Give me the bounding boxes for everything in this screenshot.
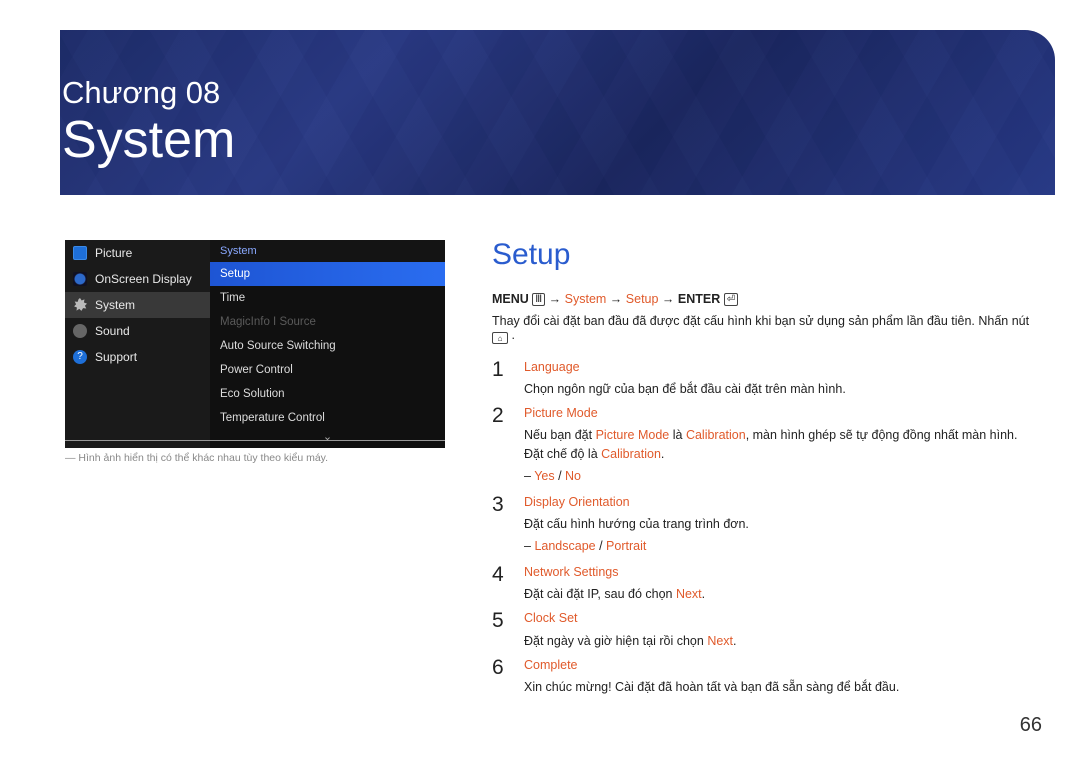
step: 4 Network Settings Đặt cài đặt IP, sau đó … bbox=[492, 563, 1030, 603]
step: 3 Display Orientation Đặt cấu hình hướng c… bbox=[492, 493, 1030, 557]
menu-right-header: System bbox=[210, 240, 445, 262]
path-menu-label: MENU bbox=[492, 292, 532, 306]
step-body: Network Settings Đặt cài đặt IP, sau đó c… bbox=[524, 563, 1030, 603]
menu-right-item: Temperature Control bbox=[210, 406, 445, 430]
path-setup: Setup bbox=[626, 292, 659, 306]
path-arrow-1: → bbox=[545, 292, 564, 306]
menu-left-label: Support bbox=[95, 350, 137, 364]
home-button-icon: ⌂ bbox=[492, 332, 508, 344]
step-desc: Chọn ngôn ngữ của bạn để bắt đầu cài đặt… bbox=[524, 380, 1030, 398]
menu-left-item: Picture bbox=[65, 240, 210, 266]
footnote-divider bbox=[65, 440, 445, 441]
footnote-text: ― Hình ảnh hiển thị có thể khác nhau tùy… bbox=[65, 452, 328, 464]
step-title: Display Orientation bbox=[524, 495, 630, 509]
menu-right-pane: System SetupTimeMagicInfo I SourceAuto S… bbox=[210, 240, 445, 448]
section-title: Setup bbox=[492, 238, 1030, 272]
path-enter-label: ENTER bbox=[678, 292, 724, 306]
menu-path: MENU Ⅲ → System → Setup → ENTER ⏎ bbox=[492, 292, 1030, 306]
step-number: 1 bbox=[492, 358, 506, 398]
description-line: Thay đổi cài đặt ban đầu đã được đặt cấu… bbox=[492, 314, 1030, 344]
support-icon: ? bbox=[73, 350, 87, 364]
main-content: Setup MENU Ⅲ → System → Setup → ENTER ⏎ … bbox=[492, 238, 1030, 702]
desc-before: Thay đổi cài đặt ban đầu đã được đặt cấu… bbox=[492, 314, 1029, 328]
step-sub: Landscape / Portrait bbox=[524, 537, 1030, 555]
step-title: Network Settings bbox=[524, 565, 618, 579]
path-arrow-3: → bbox=[658, 292, 677, 306]
step: 2 Picture Mode Nếu bạn đặt Picture Mode là… bbox=[492, 404, 1030, 487]
menu-right-item: MagicInfo I Source bbox=[210, 310, 445, 334]
step-number: 4 bbox=[492, 563, 506, 603]
step-body: Display Orientation Đặt cấu hình hướng củ… bbox=[524, 493, 1030, 557]
menu-left-item: OnScreen Display bbox=[65, 266, 210, 292]
sound-icon bbox=[73, 324, 87, 338]
menu-left-label: Sound bbox=[95, 324, 130, 338]
step-title: Picture Mode bbox=[524, 406, 598, 420]
desc-after: . bbox=[508, 328, 515, 342]
menu-right-item: Power Control bbox=[210, 358, 445, 382]
step-body: Complete Xin chúc mừng! Cài đặt đã hoàn t… bbox=[524, 656, 1030, 696]
step-desc: Đặt cài đặt IP, sau đó chọn Next. bbox=[524, 585, 1030, 603]
menu-screenshot: Picture OnScreen Display System Sound? Suppo… bbox=[65, 240, 445, 448]
step: 1 Language Chọn ngôn ngữ của bạn để bắt đầ… bbox=[492, 358, 1030, 398]
page-number: 66 bbox=[1020, 714, 1042, 737]
menu-left-label: System bbox=[95, 298, 135, 312]
chevron-down-icon: ⌄ bbox=[210, 430, 445, 448]
step-title: Clock Set bbox=[524, 611, 578, 625]
step-body: Picture Mode Nếu bạn đặt Picture Mode là … bbox=[524, 404, 1030, 487]
menu-left-label: Picture bbox=[95, 246, 132, 260]
step-number: 2 bbox=[492, 404, 506, 487]
path-arrow-2: → bbox=[606, 292, 625, 306]
step-sub: Yes / No bbox=[524, 467, 1030, 485]
chapter-title: System bbox=[62, 110, 235, 170]
step-body: Language Chọn ngôn ngữ của bạn để bắt đầu… bbox=[524, 358, 1030, 398]
chapter-label: Chương 08 bbox=[62, 75, 220, 111]
menu-left-label: OnScreen Display bbox=[95, 272, 192, 286]
step-body: Clock Set Đặt ngày và giờ hiện tại rồi ch… bbox=[524, 609, 1030, 649]
step-desc: Xin chúc mừng! Cài đặt đã hoàn tất và bạ… bbox=[524, 678, 1030, 696]
menu-left-item: ? Support bbox=[65, 344, 210, 370]
step-title: Language bbox=[524, 360, 580, 374]
system-icon bbox=[73, 298, 87, 312]
menu-left-pane: Picture OnScreen Display System Sound? Suppo… bbox=[65, 240, 210, 448]
menu-left-item: System bbox=[65, 292, 210, 318]
steps-list: 1 Language Chọn ngôn ngữ của bạn để bắt đầ… bbox=[492, 358, 1030, 696]
onscreen-icon bbox=[73, 272, 87, 286]
step-number: 3 bbox=[492, 493, 506, 557]
picture-icon bbox=[73, 246, 87, 260]
step-desc: Nếu bạn đặt Picture Mode là Calibration,… bbox=[524, 426, 1030, 462]
step-title: Complete bbox=[524, 658, 578, 672]
menu-right-item: Eco Solution bbox=[210, 382, 445, 406]
step-number: 6 bbox=[492, 656, 506, 696]
step-number: 5 bbox=[492, 609, 506, 649]
menu-right-item: Setup bbox=[210, 262, 445, 286]
menu-icon: Ⅲ bbox=[532, 293, 545, 306]
step-desc: Đặt cấu hình hướng của trang trình đơn. bbox=[524, 515, 1030, 533]
step: 6 Complete Xin chúc mừng! Cài đặt đã hoàn … bbox=[492, 656, 1030, 696]
step-desc: Đặt ngày và giờ hiện tại rồi chọn Next. bbox=[524, 632, 1030, 650]
step: 5 Clock Set Đặt ngày và giờ hiện tại rồi c… bbox=[492, 609, 1030, 649]
menu-left-item: Sound bbox=[65, 318, 210, 344]
menu-right-item: Auto Source Switching bbox=[210, 334, 445, 358]
path-system: System bbox=[565, 292, 607, 306]
enter-icon: ⏎ bbox=[724, 293, 738, 306]
menu-right-item: Time bbox=[210, 286, 445, 310]
